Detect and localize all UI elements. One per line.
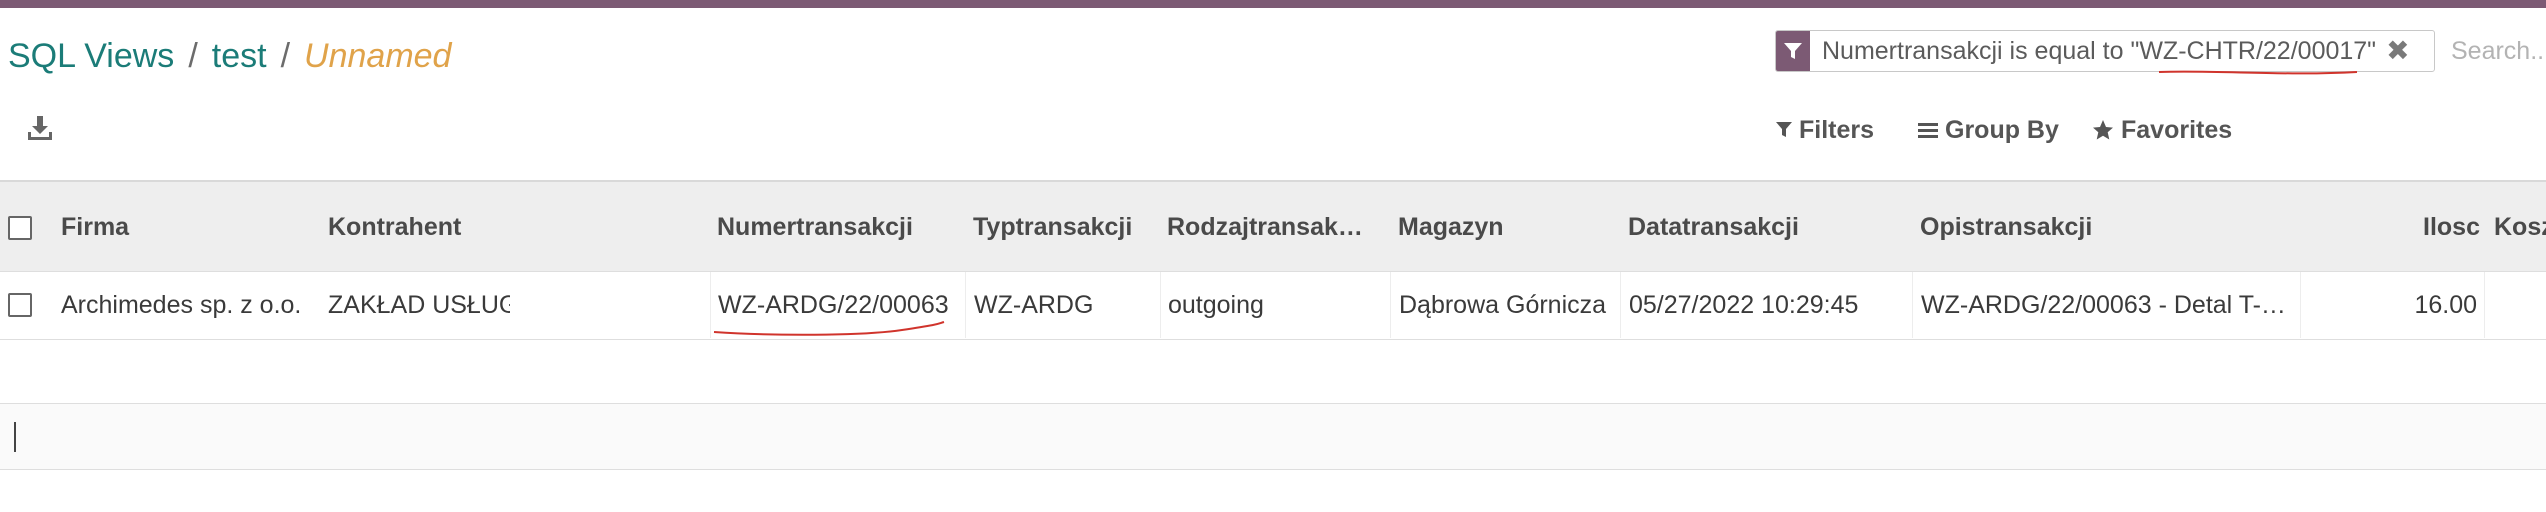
close-icon[interactable]: ✖ (2386, 31, 2409, 71)
annotation-underline (713, 321, 945, 336)
row-checkbox[interactable] (8, 293, 32, 317)
select-all-checkbox[interactable] (8, 216, 32, 240)
column-header-koszt[interactable]: Kosz (2494, 182, 2546, 272)
cell-magazyn: Dąbrowa Górnicza (1390, 272, 1627, 338)
empty-row (0, 340, 2546, 404)
cell-firma: Archimedes sp. z o.o. (61, 291, 302, 319)
search-input[interactable] (2443, 30, 2546, 72)
favorites-button[interactable]: Favorites (2091, 112, 2232, 148)
text-cursor (14, 422, 16, 452)
column-header-firma[interactable]: Firma (61, 182, 261, 272)
favorites-label: Favorites (2121, 115, 2233, 144)
facet-value: Numertransakcji is equal to "WZ-CHTR/22/… (1822, 36, 2377, 65)
breadcrumb-test[interactable]: test (212, 37, 267, 75)
cell-ilosc: 16.00 (2300, 272, 2477, 338)
column-header-datatransakcji[interactable]: Datatransakcji (1628, 182, 1868, 272)
column-header-opistransakcji[interactable]: Opistransakcji (1920, 182, 2200, 272)
table-header: Firma Kontrahent Numertransakcji Typtran… (0, 180, 2546, 272)
table-row[interactable]: Archimedes sp. z o.o. ZAKŁAD USŁUG WZ-AR… (0, 272, 2546, 340)
top-navbar (0, 0, 2546, 8)
search-bar: Numertransakcji is equal to "WZ-CHTR/22/… (1775, 30, 2546, 75)
breadcrumb-sql-views[interactable]: SQL Views (8, 37, 174, 75)
column-header-kontrahent[interactable]: Kontrahent (328, 182, 688, 272)
column-header-ilosc[interactable]: Ilosc (2360, 182, 2480, 272)
star-icon (2093, 120, 2113, 140)
column-header-numertransakcji[interactable]: Numertransakcji (717, 182, 957, 272)
column-header-rodzajtransakcji[interactable]: Rodzajtransak… (1167, 182, 1367, 272)
download-button[interactable] (24, 112, 56, 144)
group-by-label: Group By (1945, 115, 2059, 144)
breadcrumb-current[interactable]: Unnamed (304, 37, 451, 75)
cell-typtransakcji: WZ-ARDG (965, 272, 1164, 338)
redaction-mask (510, 280, 670, 328)
cell-rodzajtransakcji: outgoing (1160, 272, 1393, 338)
list-icon (1918, 123, 1938, 138)
breadcrumb-separator: / (280, 37, 291, 75)
group-by-button[interactable]: Group By (1917, 112, 2059, 148)
filters-label: Filters (1799, 115, 1875, 144)
cell-datatransakcji: 05/27/2022 10:29:45 (1620, 272, 1919, 338)
filters-button[interactable]: Filters (1775, 112, 1874, 148)
breadcrumb-separator: / (188, 37, 198, 75)
column-header-typtransakcji[interactable]: Typtransakcji (973, 182, 1163, 272)
annotation-underline (2158, 70, 2358, 75)
filter-icon (1776, 31, 1810, 71)
column-header-magazyn[interactable]: Magazyn (1398, 182, 1598, 272)
cell-opistransakcji: WZ-ARDG/22/00063 - Detal T-… (1912, 272, 2301, 338)
breadcrumb: SQL Views / test / Unnamed (8, 32, 451, 80)
download-icon (28, 116, 52, 140)
new-row-input[interactable] (0, 404, 2546, 470)
filter-icon (1776, 122, 1792, 137)
cell-koszt (2484, 272, 2546, 338)
